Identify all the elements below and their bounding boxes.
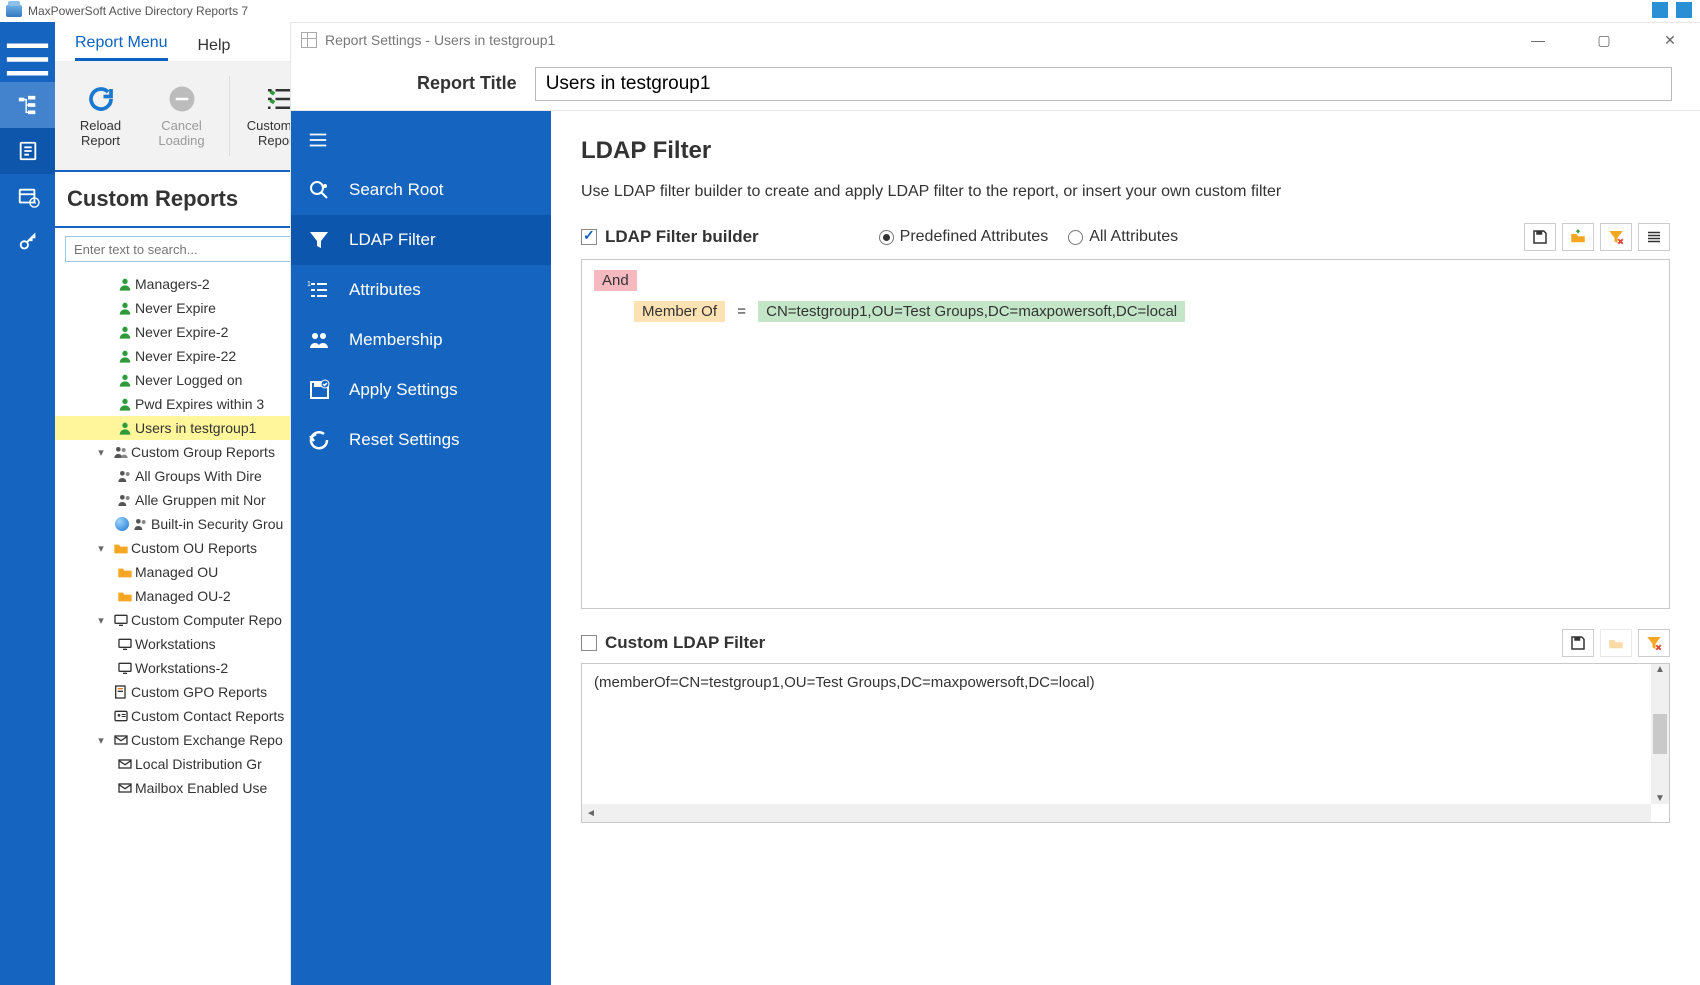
custom-filter-label: Custom LDAP Filter	[605, 633, 765, 653]
nav-item-search-root[interactable]: Search Root	[291, 165, 551, 215]
ldap-filter-icon	[305, 226, 333, 254]
vertical-scrollbar[interactable]: ▲▼	[1651, 664, 1669, 804]
custom-filter-header: Custom LDAP Filter	[581, 629, 1670, 657]
cancel-icon	[167, 84, 197, 114]
radio-predefined[interactable]: Predefined Attributes	[879, 228, 1049, 246]
dialog-content: LDAP Filter Use LDAP filter builder to c…	[551, 111, 1700, 985]
nav-item-ldap-filter[interactable]: LDAP Filter	[291, 215, 551, 265]
corner-icon-2[interactable]	[1676, 2, 1692, 18]
filter-builder-header: LDAP Filter builder Predefined Attribute…	[581, 223, 1670, 251]
report-title-input[interactable]	[535, 67, 1672, 101]
window-controls: — ▢ ✕	[1518, 32, 1690, 49]
tool-reload[interactable]: ReloadReport	[63, 84, 138, 148]
custom-filter-box[interactable]: (memberOf=CN=testgroup1,OU=Test Groups,D…	[581, 663, 1670, 823]
filter-value[interactable]: CN=testgroup1,OU=Test Groups,DC=maxpower…	[758, 301, 1185, 322]
reset-icon	[305, 426, 333, 454]
report-settings-dialog: Report Settings - Users in testgroup1 — …	[290, 22, 1700, 985]
membership-icon	[305, 326, 333, 354]
radio-all-attributes[interactable]: All Attributes	[1068, 228, 1178, 246]
custom-filter-checkbox[interactable]	[581, 635, 597, 651]
open-filter-button[interactable]	[1562, 223, 1594, 251]
maximize-button[interactable]: ▢	[1584, 32, 1624, 49]
chevron-down-icon[interactable]: ▾	[91, 542, 111, 555]
minimize-button[interactable]: —	[1518, 32, 1558, 49]
clear-custom-button[interactable]	[1638, 629, 1670, 657]
content-description: Use LDAP filter builder to create and ap…	[581, 183, 1670, 201]
rail-hamburger-button[interactable]	[0, 36, 55, 82]
dialog-title: Report Settings - Users in testgroup1	[325, 32, 555, 48]
app-title: MaxPowerSoft Active Directory Reports 7	[28, 4, 248, 18]
close-button[interactable]: ✕	[1650, 32, 1690, 49]
tool-cancel: CancelLoading	[144, 84, 219, 148]
nav-item-attributes[interactable]: 1 Attributes	[291, 265, 551, 315]
lines-button[interactable]	[1638, 223, 1670, 251]
filter-attribute[interactable]: Member Of	[634, 301, 725, 322]
content-heading: LDAP Filter	[581, 137, 1670, 165]
dialog-nav: Search Root LDAP Filter 1 Attributes Mem…	[291, 111, 551, 985]
filter-builder-checkbox[interactable]	[581, 229, 597, 245]
rail-key-button[interactable]	[0, 220, 55, 266]
app-corner-icons	[1652, 2, 1692, 18]
custom-filter-text: (memberOf=CN=testgroup1,OU=Test Groups,D…	[594, 674, 1095, 691]
toolbar-divider	[229, 76, 230, 156]
left-rail	[0, 22, 55, 985]
apply-icon	[305, 376, 333, 404]
dialog-header: Report Title	[291, 57, 1700, 111]
dialog-titlebar[interactable]: Report Settings - Users in testgroup1 — …	[291, 23, 1700, 57]
rail-reports-button[interactable]	[0, 128, 55, 174]
rail-tree-button[interactable]	[0, 82, 55, 128]
app-icon	[6, 5, 22, 17]
clear-filter-button[interactable]	[1600, 223, 1632, 251]
save-filter-button[interactable]	[1524, 223, 1556, 251]
filter-equals: =	[737, 303, 746, 320]
nav-item-apply[interactable]: Apply Settings	[291, 365, 551, 415]
settings-dialog-icon	[301, 32, 317, 48]
chevron-down-icon[interactable]: ▾	[91, 446, 111, 459]
filter-builder-label: LDAP Filter builder	[605, 227, 759, 247]
filter-and-operator[interactable]: And	[594, 270, 637, 291]
customize-icon	[263, 84, 293, 114]
open-custom-button[interactable]	[1600, 629, 1632, 657]
reload-icon	[86, 84, 116, 114]
chevron-down-icon[interactable]: ▾	[91, 734, 111, 747]
nav-item-membership[interactable]: Membership	[291, 315, 551, 365]
menu-report[interactable]: Report Menu	[75, 34, 168, 61]
app-titlebar: MaxPowerSoft Active Directory Reports 7	[0, 0, 1700, 22]
horizontal-scrollbar[interactable]: ◄	[582, 804, 1651, 822]
menu-help[interactable]: Help	[198, 37, 231, 61]
nav-item-reset[interactable]: Reset Settings	[291, 415, 551, 465]
filter-builder-box[interactable]: And Member Of = CN=testgroup1,OU=Test Gr…	[581, 259, 1670, 609]
report-title-label: Report Title	[417, 73, 517, 94]
globe-icon	[115, 517, 129, 531]
svg-text:1: 1	[307, 281, 311, 288]
rail-schedule-button[interactable]	[0, 174, 55, 220]
corner-icon-1[interactable]	[1652, 2, 1668, 18]
search-root-icon	[305, 176, 333, 204]
chevron-down-icon[interactable]: ▾	[91, 614, 111, 627]
dialog-nav-hamburger[interactable]	[291, 115, 551, 165]
attributes-icon: 1	[305, 276, 333, 304]
save-custom-button[interactable]	[1562, 629, 1594, 657]
